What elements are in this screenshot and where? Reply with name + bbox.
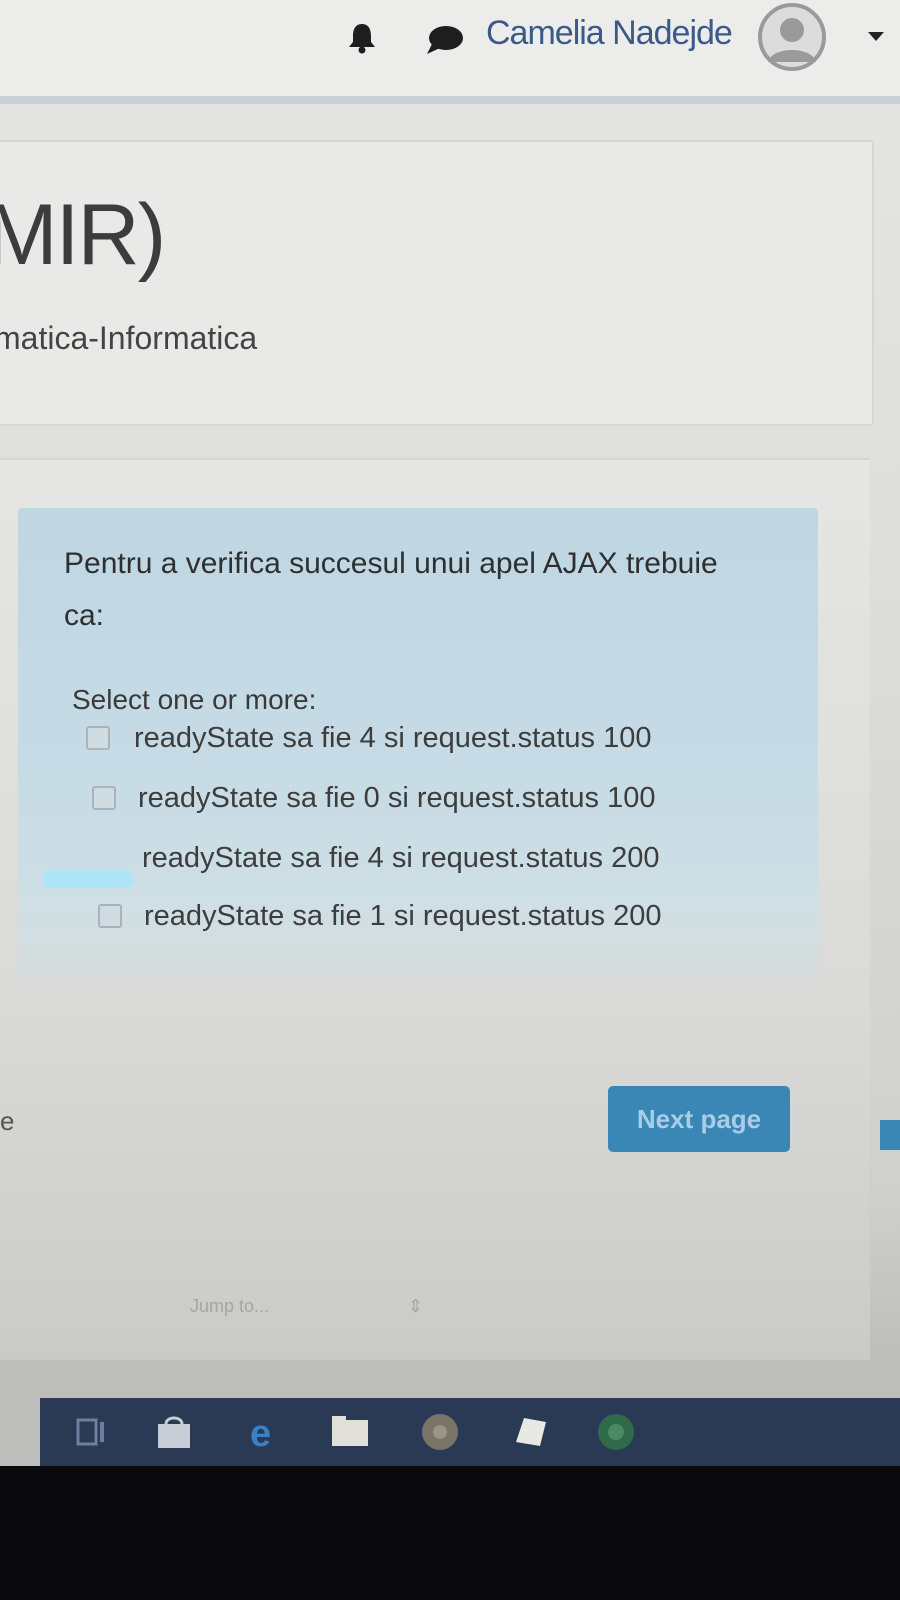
user-avatar-icon[interactable] <box>752 2 832 72</box>
bell-icon[interactable] <box>348 22 376 54</box>
edge-icon[interactable]: e <box>240 1408 288 1456</box>
answer-checkbox-1[interactable] <box>86 726 110 750</box>
store-icon[interactable] <box>150 1408 198 1456</box>
right-edge-element <box>880 1120 900 1150</box>
svg-text:e: e <box>250 1413 271 1455</box>
answer-label-1[interactable]: readyState sa fie 4 si request.status 10… <box>134 722 651 755</box>
left-text-fragment: e <box>0 1106 15 1136</box>
jump-to-select[interactable]: Jump to... <box>190 1296 269 1317</box>
chevron-updown-icon: ⇕ <box>408 1296 424 1316</box>
highlight-scribble <box>42 870 134 888</box>
answer-label-3[interactable]: readyState sa fie 4 si request.status 20… <box>142 842 659 875</box>
navbar-divider <box>0 96 900 104</box>
select-instruction: Select one or more: <box>72 684 317 715</box>
windows-taskbar: e <box>40 1398 900 1466</box>
next-page-button[interactable]: Next page <box>608 1086 790 1152</box>
chrome-icon[interactable] <box>416 1408 464 1456</box>
task-view-icon[interactable] <box>68 1408 116 1456</box>
chat-icon[interactable] <box>424 24 464 56</box>
user-name[interactable]: Camelia Nadejde <box>486 14 733 53</box>
monitor-bezel <box>0 1466 900 1600</box>
caret-down-icon[interactable] <box>866 28 886 44</box>
app-icon[interactable] <box>506 1408 554 1456</box>
answer-checkbox-2[interactable] <box>92 786 116 810</box>
course-subtitle: matica-Informatica <box>0 320 258 356</box>
answer-label-4[interactable]: readyState sa fie 1 si request.status 20… <box>144 900 661 933</box>
file-explorer-icon[interactable] <box>326 1408 374 1456</box>
app2-icon[interactable] <box>592 1408 640 1456</box>
answer-checkbox-4[interactable] <box>98 904 122 928</box>
question-text: Pentru a verifica succesul unui apel AJA… <box>64 547 718 632</box>
course-title: MIR) <box>0 187 166 283</box>
answer-label-2[interactable]: readyState sa fie 0 si request.status 10… <box>138 782 655 815</box>
